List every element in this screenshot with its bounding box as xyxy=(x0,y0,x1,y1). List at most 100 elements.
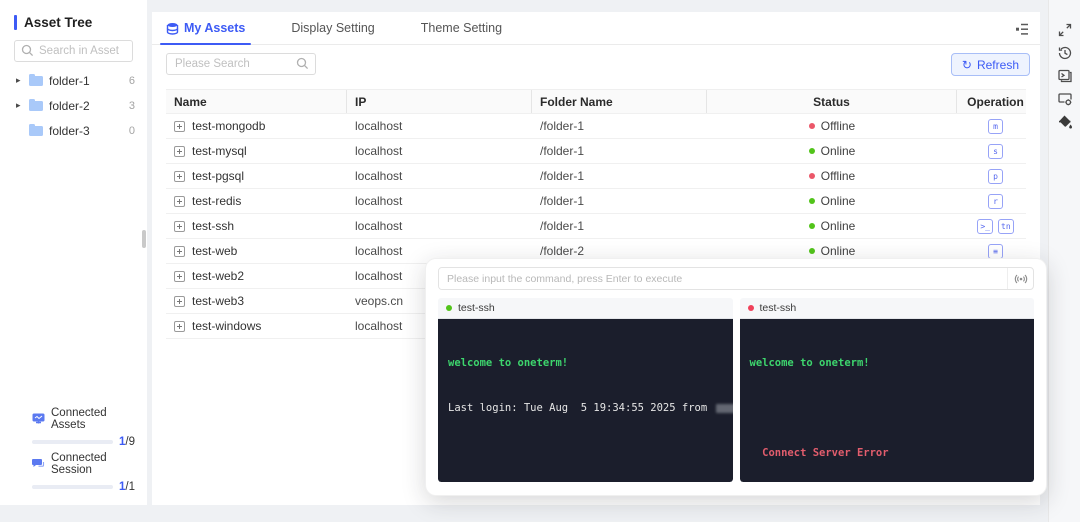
status-text: Online xyxy=(821,194,856,208)
asset-folder: /folder-1 xyxy=(532,144,707,158)
tab-display-setting[interactable]: Display Setting xyxy=(291,12,374,44)
status-dot xyxy=(809,123,815,129)
connection-stats: Connected Assets 1/9 Connected Session 1… xyxy=(14,403,135,493)
expand-row-icon[interactable] xyxy=(174,271,185,282)
theme-fill-icon[interactable] xyxy=(1057,114,1073,130)
asset-folder: /folder-1 xyxy=(532,219,707,233)
broadcast-command-icon[interactable] xyxy=(1007,268,1033,289)
folder-count-badge: 6 xyxy=(129,75,135,87)
refresh-icon: ↻ xyxy=(962,58,972,72)
terminal-screen[interactable]: welcome to oneterm! Connect Server Error… xyxy=(740,319,1035,482)
folder-tree: ▸ folder-1 6 ▸ folder-2 3 folder-3 0 xyxy=(0,68,147,143)
expand-row-icon[interactable] xyxy=(174,121,185,132)
asset-ip: localhost xyxy=(347,119,532,133)
col-header-status[interactable]: Status xyxy=(707,90,957,113)
expand-row-icon[interactable] xyxy=(174,221,185,232)
table-row[interactable]: test-pgsql localhost /folder-1 Offline p xyxy=(166,164,1026,189)
asset-name: test-pgsql xyxy=(192,169,244,183)
status-text: Online xyxy=(821,144,856,158)
status-dot xyxy=(809,173,815,179)
folder-icon xyxy=(29,126,43,136)
caret-right-icon[interactable]: ▸ xyxy=(16,100,29,111)
connection-ok-dot xyxy=(446,305,452,311)
tab-theme-setting[interactable]: Theme Setting xyxy=(421,12,502,44)
panel-tabs: My Assets Display Setting Theme Setting xyxy=(152,12,1040,45)
connected-assets-progress xyxy=(32,440,113,444)
search-icon xyxy=(21,44,34,57)
connected-session-label: Connected Session xyxy=(51,452,135,476)
tree-item-folder-2[interactable]: ▸ folder-2 3 xyxy=(0,93,147,118)
asset-folder: /folder-2 xyxy=(532,244,707,258)
asset-tree-sidebar: Asset Tree ▸ folder-1 6 ▸ folder-2 3 fol… xyxy=(0,0,147,505)
connected-session-progress xyxy=(32,485,113,489)
right-toolbar xyxy=(1048,0,1080,522)
asset-ip: localhost xyxy=(347,219,532,233)
asset-folder: /folder-1 xyxy=(532,194,707,208)
asset-ip: localhost xyxy=(347,194,532,208)
table-row[interactable]: test-mysql localhost /folder-1 Online s xyxy=(166,139,1026,164)
fullscreen-icon[interactable] xyxy=(1057,22,1073,38)
tree-item-folder-1[interactable]: ▸ folder-1 6 xyxy=(0,68,147,93)
terminal-tab[interactable]: test-ssh xyxy=(438,298,733,319)
asset-ip: localhost xyxy=(347,144,532,158)
terminal-tab[interactable]: test-ssh xyxy=(740,298,1035,319)
ssh-connect-icon[interactable]: >_ xyxy=(977,219,993,234)
tab-my-assets[interactable]: My Assets xyxy=(166,12,245,44)
connected-assets-label: Connected Assets xyxy=(51,407,135,431)
connected-session-icon xyxy=(32,458,45,470)
redis-connect-icon[interactable]: r xyxy=(988,194,1003,209)
table-row[interactable]: test-ssh localhost /folder-1 Online >_tn xyxy=(166,214,1026,239)
tab-label: My Assets xyxy=(184,21,245,35)
table-row[interactable]: test-mongodb localhost /folder-1 Offline… xyxy=(166,114,1026,139)
sidebar-title: Asset Tree xyxy=(0,0,147,30)
mysql-connect-icon[interactable]: s xyxy=(988,144,1003,159)
expand-row-icon[interactable] xyxy=(174,321,185,332)
terminal-overlay: test-ssh welcome to oneterm! Last login:… xyxy=(425,258,1047,496)
expand-row-icon[interactable] xyxy=(174,296,185,307)
tab-label: Display Setting xyxy=(291,21,374,35)
expand-row-icon[interactable] xyxy=(174,246,185,257)
status-text: Offline xyxy=(821,119,855,133)
table-header-row: Name IP Folder Name Status Operation xyxy=(166,89,1026,114)
terminal-screen[interactable]: welcome to oneterm! Last login: Tue Aug … xyxy=(438,319,733,482)
terminal-window-icon[interactable] xyxy=(1057,68,1073,84)
collapse-columns-icon[interactable] xyxy=(1014,21,1030,37)
telnet-connect-icon[interactable]: tn xyxy=(998,219,1014,234)
status-dot xyxy=(809,223,815,229)
asset-search-input[interactable] xyxy=(166,53,316,75)
table-row[interactable]: test-redis localhost /folder-1 Online r xyxy=(166,189,1026,214)
session-settings-icon[interactable] xyxy=(1057,91,1073,107)
asset-folder: /folder-1 xyxy=(532,119,707,133)
terminal-pane-left: test-ssh welcome to oneterm! Last login:… xyxy=(438,298,733,482)
status-dot xyxy=(809,148,815,154)
terminal-line: welcome to oneterm! xyxy=(750,356,1025,371)
redacted-text xyxy=(716,404,733,413)
tree-item-folder-3[interactable]: folder-3 0 xyxy=(0,118,147,143)
mongodb-connect-icon[interactable]: m xyxy=(988,119,1003,134)
command-input[interactable] xyxy=(439,268,1007,289)
history-icon[interactable] xyxy=(1057,45,1073,61)
asset-name: test-web2 xyxy=(192,269,244,283)
col-header-name[interactable]: Name xyxy=(166,90,347,113)
status-dot xyxy=(809,248,815,254)
connection-error-dot xyxy=(748,305,754,311)
terminal-error-line: Connect Server Error xyxy=(750,446,1025,461)
folder-name: folder-1 xyxy=(49,74,129,88)
asset-name: test-redis xyxy=(192,194,241,208)
web-connect-icon[interactable]: ≡ xyxy=(988,244,1003,259)
col-header-operation[interactable]: Operation xyxy=(957,90,1034,113)
asset-name: test-web3 xyxy=(192,294,244,308)
title-accent-bar xyxy=(14,15,17,30)
col-header-ip[interactable]: IP xyxy=(347,90,532,113)
expand-row-icon[interactable] xyxy=(174,171,185,182)
caret-right-icon[interactable]: ▸ xyxy=(16,75,29,86)
expand-row-icon[interactable] xyxy=(174,196,185,207)
refresh-button[interactable]: ↻ Refresh xyxy=(951,53,1030,76)
col-header-folder[interactable]: Folder Name xyxy=(532,90,707,113)
connected-session-count: 1/1 xyxy=(119,481,135,493)
pgsql-connect-icon[interactable]: p xyxy=(988,169,1003,184)
expand-row-icon[interactable] xyxy=(174,146,185,157)
folder-count-badge: 0 xyxy=(129,125,135,137)
status-text: Online xyxy=(821,219,856,233)
sidebar-resize-handle[interactable] xyxy=(142,230,146,248)
